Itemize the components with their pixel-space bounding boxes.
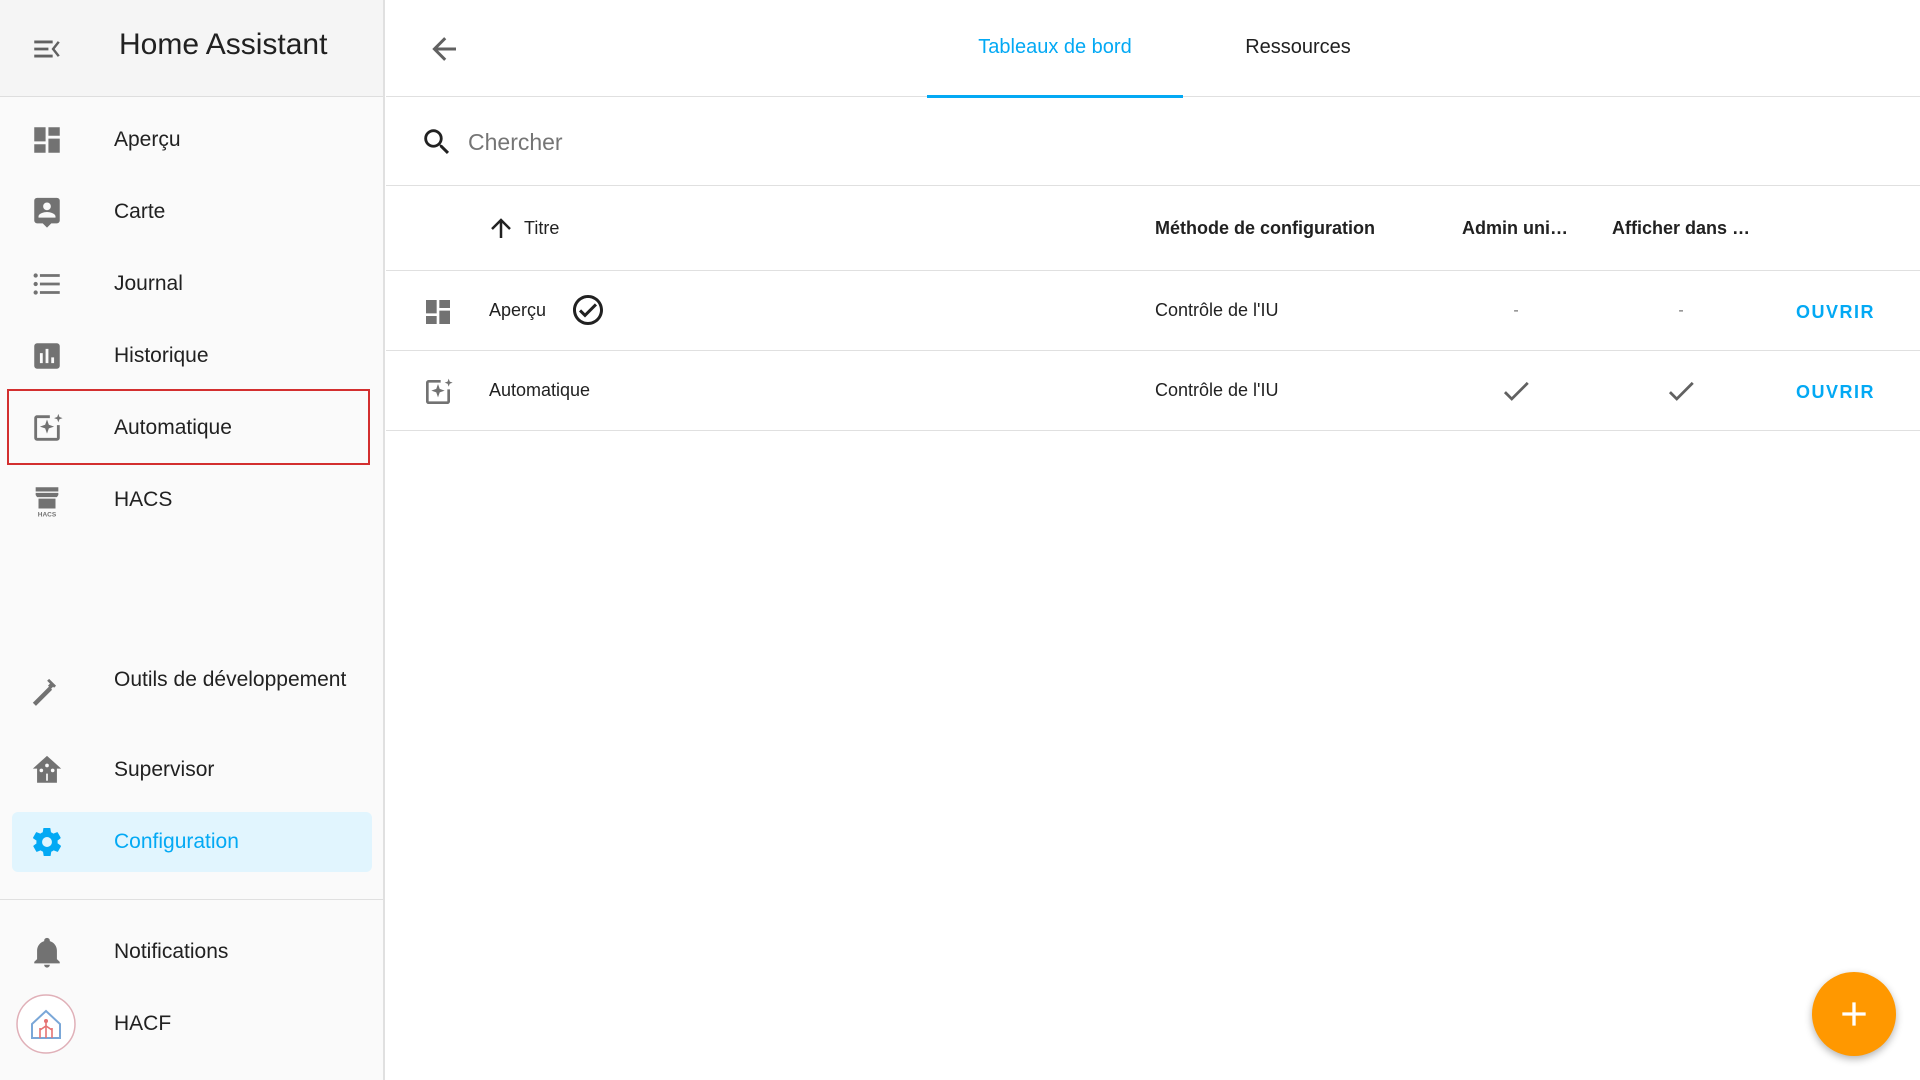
sidebar-item-automatique[interactable]: Automatique (12, 398, 372, 458)
view-dashboard-icon (30, 123, 64, 157)
tab-dashboards[interactable]: Tableaux de bord (927, 0, 1183, 98)
sidebar-item-journal[interactable]: Journal (12, 254, 372, 314)
bell-icon (30, 935, 64, 969)
sidebar-item-label: HACS (114, 488, 173, 511)
sidebar-item-supervisor[interactable]: Supervisor (12, 740, 372, 800)
sidebar-item-label: Configuration (114, 830, 239, 853)
sidebar: Home Assistant Aperçu Carte Journal Hist (0, 0, 385, 1080)
sidebar-item-hacf[interactable]: HACF (12, 994, 372, 1054)
check-icon (1651, 374, 1711, 408)
open-button[interactable]: OUVRIR (1796, 374, 1896, 410)
row-method: Contrôle de l'IU (1155, 380, 1279, 400)
table-header: Titre Méthode de configuration Admin uni… (386, 187, 1920, 271)
check-circle-outline-icon (570, 292, 606, 328)
sidebar-item-label: Notifications (114, 940, 229, 963)
column-header-method[interactable]: Méthode de configuration (1155, 218, 1375, 239)
sidebar-item-apercu[interactable]: Aperçu (12, 110, 372, 170)
arrow-up-icon[interactable] (486, 213, 516, 243)
sidebar-item-label: Historique (114, 344, 209, 367)
sidebar-item-notifications[interactable]: Notifications (12, 922, 372, 982)
search-bar (386, 98, 1920, 186)
row-method: Contrôle de l'IU (1155, 300, 1279, 320)
search-input[interactable] (468, 120, 1368, 164)
column-header-admin-only[interactable]: Admin uni… (1462, 218, 1568, 239)
check-icon (1486, 374, 1546, 408)
avatar (16, 994, 76, 1054)
sidebar-item-label: Supervisor (114, 758, 215, 781)
account-box-icon (30, 195, 64, 229)
sidebar-item-historique[interactable]: Historique (12, 326, 372, 386)
view-dashboard-variant-icon (422, 376, 454, 408)
view-dashboard-icon (422, 296, 454, 328)
sidebar-item-label: Outils de développement (114, 668, 347, 691)
hammer-icon (30, 675, 64, 709)
sidebar-item-label: Carte (114, 200, 166, 223)
table-row[interactable]: Aperçu Contrôle de l'IU - - OUVRIR (386, 272, 1920, 351)
table-row[interactable]: Automatique Contrôle de l'IU OUVRIR (386, 352, 1920, 431)
plus-icon (1842, 1002, 1866, 1026)
menu-collapse-icon[interactable] (30, 32, 64, 66)
toolbar: Tableaux de bord Ressources (386, 0, 1920, 98)
row-title: Aperçu (489, 300, 547, 320)
cog-icon (30, 825, 64, 859)
search-icon (420, 125, 454, 159)
row-title: Automatique (489, 380, 591, 400)
open-button[interactable]: OUVRIR (1796, 294, 1896, 330)
sidebar-divider (0, 899, 383, 900)
sidebar-item-configuration[interactable]: Configuration (12, 812, 372, 872)
arrow-left-icon[interactable] (426, 31, 462, 67)
sidebar-item-dev-tools[interactable]: Outils de développement (12, 654, 372, 730)
home-assistant-icon (30, 753, 64, 787)
view-dashboard-variant-icon (30, 411, 64, 445)
sidebar-item-label: Automatique (114, 416, 232, 439)
row-admin-only: - (1513, 302, 1519, 319)
add-dashboard-button[interactable] (1812, 972, 1896, 1056)
sidebar-item-hacs[interactable]: HACS HACS (12, 470, 372, 530)
row-show-in-sidebar: - (1678, 302, 1684, 319)
column-header-title[interactable]: Titre (524, 218, 559, 239)
tab-label: Ressources (1245, 36, 1351, 58)
sidebar-item-label: HACF (114, 1012, 172, 1035)
sidebar-item-carte[interactable]: Carte (12, 182, 372, 242)
sidebar-item-label: Aperçu (114, 128, 181, 151)
sidebar-item-label: Journal (114, 272, 183, 295)
chart-box-icon (30, 339, 64, 373)
main-content: Tableaux de bord Ressources Titre Méthod… (386, 0, 1920, 1080)
column-header-show-in-sidebar[interactable]: Afficher dans … (1612, 218, 1750, 239)
hacs-icon: HACS (30, 483, 64, 518)
svg-text:HACS: HACS (38, 511, 57, 517)
format-list-bulleted-icon (30, 267, 64, 301)
tab-label: Tableaux de bord (978, 36, 1132, 58)
sidebar-header: Home Assistant (0, 0, 383, 97)
tab-resources[interactable]: Ressources (1183, 0, 1413, 97)
app-title: Home Assistant (119, 28, 328, 61)
